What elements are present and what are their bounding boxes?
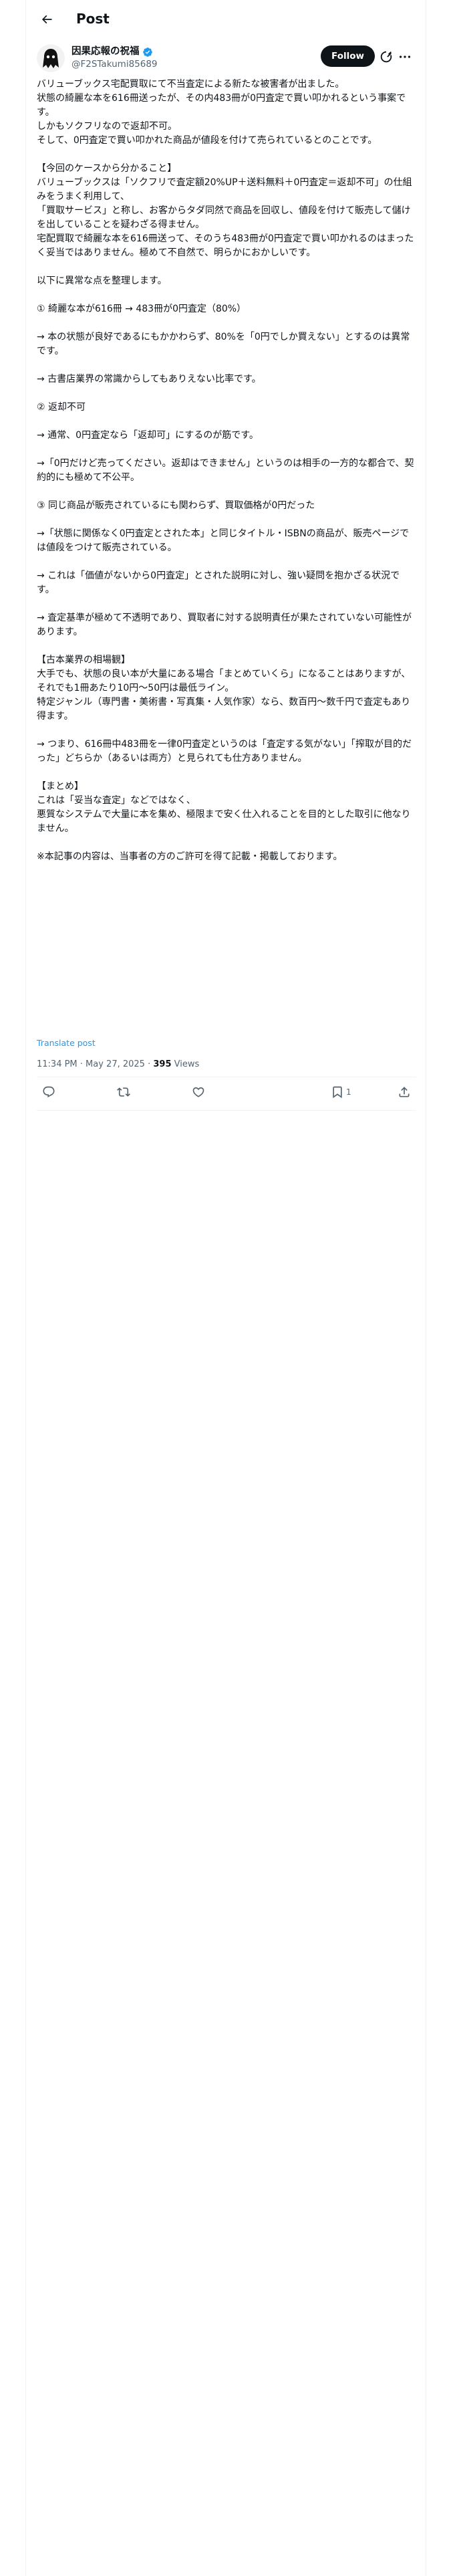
author-display-name[interactable]: 因果応報の祝福 [71, 45, 158, 58]
share-icon [398, 1085, 411, 1099]
post-author: 因果応報の祝福 @F2STakumi85689 Follow [37, 44, 416, 74]
reply-icon [42, 1085, 55, 1099]
post-meta: 11:34 PM · May 27, 2025 · 395 Views [37, 1059, 199, 1069]
divider [37, 1110, 416, 1111]
page-header: Post [26, 0, 426, 39]
follow-button[interactable]: Follow [321, 45, 375, 67]
action-bar: 1 [37, 1078, 416, 1107]
translate-post-link[interactable]: Translate post [37, 1038, 96, 1048]
author-handle[interactable]: @F2STakumi85689 [71, 58, 158, 71]
back-arrow-icon [40, 13, 53, 26]
like-button[interactable] [192, 1085, 205, 1099]
views-count: 395 [153, 1059, 172, 1069]
verified-badge-icon [142, 47, 153, 58]
back-button[interactable] [37, 9, 57, 29]
post-text: バリューブックス宅配買取にて不当査定による新たな被害者が出ました。 状態の綺麗な… [37, 79, 414, 862]
bookmark-button[interactable]: 1 [331, 1085, 351, 1099]
share-button[interactable] [398, 1085, 411, 1099]
author-names: 因果応報の祝福 @F2STakumi85689 [71, 45, 158, 71]
repost-button[interactable] [117, 1085, 130, 1099]
grok-icon [379, 49, 394, 64]
views-label: Views [171, 1059, 200, 1069]
grok-button[interactable] [379, 49, 394, 64]
avatar[interactable] [37, 44, 65, 72]
meta-separator: · [144, 1059, 154, 1069]
page: Post 因果応報の祝福 @F2STakumi85689 Follow バリュー… [0, 0, 451, 2576]
bookmark-icon [331, 1085, 344, 1099]
post-timestamp[interactable]: 11:34 PM · May 27, 2025 [37, 1059, 145, 1069]
author-name-text: 因果応報の祝福 [71, 46, 140, 57]
like-icon [192, 1085, 205, 1099]
repost-icon [117, 1085, 130, 1099]
more-icon [398, 49, 412, 64]
reply-button[interactable] [42, 1085, 55, 1099]
page-title: Post [76, 11, 110, 27]
more-button[interactable] [398, 49, 412, 64]
post-column: Post 因果応報の祝福 @F2STakumi85689 Follow バリュー… [25, 0, 426, 2576]
bookmark-count: 1 [346, 1087, 351, 1097]
